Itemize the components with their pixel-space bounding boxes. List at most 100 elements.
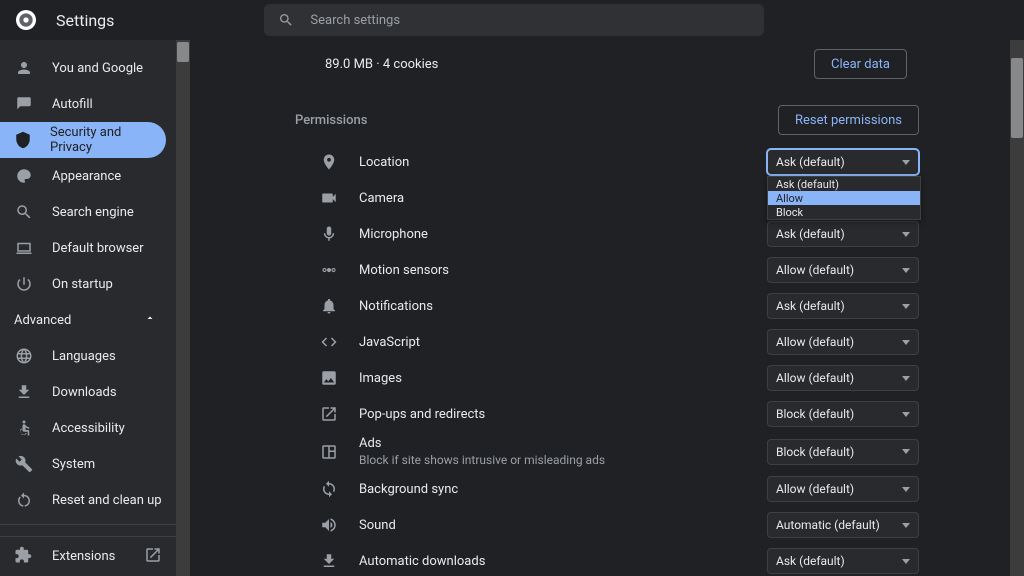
search-icon — [278, 12, 294, 28]
permission-select-popups[interactable]: Block (default) — [767, 401, 919, 427]
search-icon — [14, 203, 34, 221]
permission-row-sound: Sound Automatic (default) — [291, 507, 923, 543]
sound-icon — [319, 516, 339, 534]
select-value: Allow (default) — [776, 371, 854, 385]
sidebar-item-reset[interactable]: Reset and clean up — [0, 482, 176, 518]
appearance-icon — [14, 167, 34, 185]
sidebar-scrollbar[interactable] — [176, 40, 190, 576]
autofill-icon — [14, 95, 34, 113]
popups-icon — [319, 405, 339, 423]
system-icon — [14, 455, 34, 473]
sidebar-item-label: Downloads — [52, 385, 117, 400]
sidebar-item-you[interactable]: You and Google — [0, 50, 176, 86]
select-option[interactable]: Ask (default) — [768, 177, 920, 191]
permissions-header: Permissions Reset permissions — [291, 96, 923, 144]
permission-select-location[interactable]: Ask (default)Ask (default)AllowBlock — [767, 149, 919, 175]
scrollbar-thumb[interactable] — [1011, 58, 1023, 138]
select-value: Allow (default) — [776, 482, 854, 496]
permission-label: Ads — [359, 436, 605, 451]
select-value: Allow (default) — [776, 335, 854, 349]
permission-row-javascript: JavaScriptAllow (default) — [291, 324, 923, 360]
sidebar-item-appearance[interactable]: Appearance — [0, 158, 176, 194]
permission-row-motion: Motion sensorsAllow (default) — [291, 252, 923, 288]
sidebar-item-security[interactable]: Security and Privacy — [0, 122, 166, 158]
permissions-label: Permissions — [295, 113, 367, 128]
permission-select-motion[interactable]: Allow (default) — [767, 257, 919, 283]
chevron-down-icon — [902, 304, 910, 309]
select-value: Allow (default) — [776, 263, 854, 277]
sidebar-item-system[interactable]: System — [0, 446, 176, 482]
select-value: Automatic (default) — [776, 518, 880, 532]
select-value: Ask (default) — [776, 554, 845, 568]
reset-icon — [14, 491, 34, 509]
sidebar-item-accessibility[interactable]: Accessibility — [0, 410, 176, 446]
select-dropdown: Ask (default)AllowBlock — [767, 176, 921, 220]
notifications-icon — [319, 297, 339, 315]
permission-label: Automatic downloads — [359, 554, 485, 569]
header-bar: Settings — [0, 0, 1024, 40]
default-icon — [14, 239, 34, 257]
select-value: Ask (default) — [776, 227, 845, 241]
select-option[interactable]: Allow — [768, 191, 920, 205]
sidebar-item-search[interactable]: Search engine — [0, 194, 176, 230]
bgsync-icon — [319, 480, 339, 498]
permission-label: Sound — [359, 518, 396, 533]
page-title: Settings — [56, 11, 114, 30]
select-value: Ask (default) — [776, 299, 845, 313]
sidebar-item-label: Security and Privacy — [50, 125, 152, 155]
main-panel: 89.0 MB · 4 cookies Clear data Permissions… — [190, 40, 1024, 576]
search-bar[interactable] — [264, 4, 764, 36]
sidebar-item-label: Accessibility — [52, 421, 125, 436]
permission-select-images[interactable]: Allow (default) — [767, 365, 919, 391]
advanced-label: Advanced — [14, 313, 71, 328]
startup-icon — [14, 275, 34, 293]
permission-select-microphone[interactable]: Ask (default) — [767, 221, 919, 247]
advanced-toggle[interactable]: Advanced — [0, 302, 176, 338]
chevron-down-icon — [902, 232, 910, 237]
permission-select-javascript[interactable]: Allow (default) — [767, 329, 919, 355]
chevron-down-icon — [902, 268, 910, 273]
permission-row-ads: AdsBlock if site shows intrusive or misl… — [291, 432, 923, 471]
permission-row-bgsync: Background sync Allow (default) — [291, 471, 923, 507]
chevron-down-icon — [902, 449, 910, 454]
main-scrollbar[interactable] — [1010, 40, 1024, 576]
permission-row-autodl: Automatic downloads Ask (default) — [291, 543, 923, 576]
permission-select-autodl[interactable]: Ask (default) — [767, 548, 919, 574]
sidebar-item-label: System — [52, 457, 95, 472]
divider — [0, 524, 176, 525]
select-value: Ask (default) — [776, 155, 845, 169]
sidebar-item-downloads[interactable]: Downloads — [0, 374, 176, 410]
sidebar-item-label: Default browser — [52, 241, 144, 256]
sidebar-item-startup[interactable]: On startup — [0, 266, 176, 302]
motion-icon — [319, 261, 339, 279]
permission-row-notifications: NotificationsAsk (default) — [291, 288, 923, 324]
sidebar-item-languages[interactable]: Languages — [0, 338, 176, 374]
select-option[interactable]: Block — [768, 205, 920, 219]
sidebar-item-label: Reset and clean up — [52, 493, 162, 508]
permission-label: Background sync — [359, 482, 458, 497]
permission-select-sound[interactable]: Automatic (default) — [767, 512, 919, 538]
extensions-label: Extensions — [52, 549, 115, 564]
permission-row-images: ImagesAllow (default) — [291, 360, 923, 396]
chevron-down-icon — [902, 160, 910, 165]
permission-select-bgsync[interactable]: Allow (default) — [767, 476, 919, 502]
ads-icon — [319, 443, 339, 461]
permission-row-microphone: MicrophoneAsk (default) — [291, 216, 923, 252]
sidebar-item-label: On startup — [52, 277, 113, 292]
permission-select-notifications[interactable]: Ask (default) — [767, 293, 919, 319]
chevron-down-icon — [902, 523, 910, 528]
usage-text: 89.0 MB · 4 cookies — [325, 57, 438, 72]
search-input[interactable] — [310, 13, 750, 28]
reset-permissions-button[interactable]: Reset permissions — [778, 105, 919, 135]
chevron-down-icon — [902, 376, 910, 381]
permission-select-ads[interactable]: Block (default) — [767, 439, 919, 465]
sidebar-item-extensions[interactable]: Extensions — [0, 536, 176, 576]
images-icon — [319, 369, 339, 387]
clear-data-button[interactable]: Clear data — [814, 49, 907, 79]
chevron-up-icon — [144, 312, 156, 328]
sidebar-item-autofill[interactable]: Autofill — [0, 86, 176, 122]
scrollbar-thumb[interactable] — [177, 42, 189, 62]
javascript-icon — [319, 333, 339, 351]
sidebar-item-default[interactable]: Default browser — [0, 230, 176, 266]
chevron-down-icon — [902, 487, 910, 492]
